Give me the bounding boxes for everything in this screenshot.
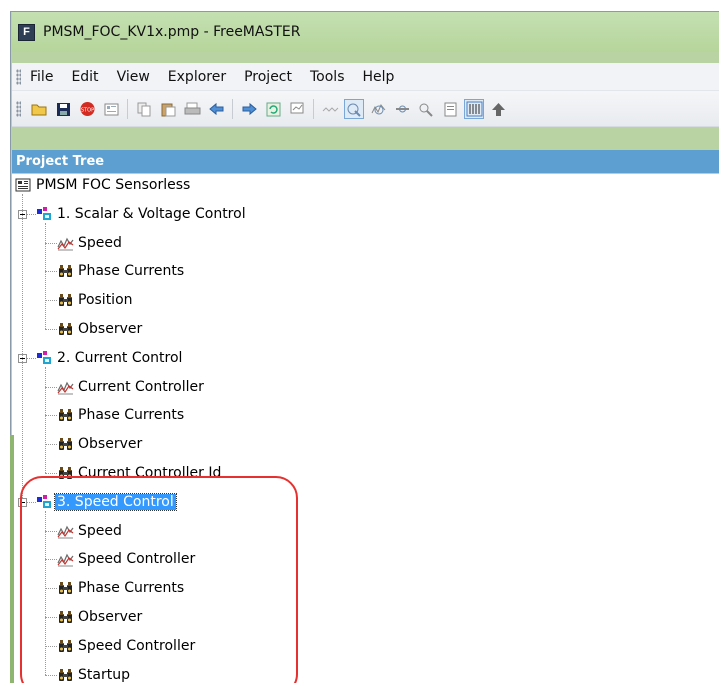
tree-item[interactable]: Observer: [57, 433, 142, 455]
tree-item-label: Phase Currents: [78, 407, 185, 424]
grid-icon[interactable]: [464, 98, 484, 119]
tree-connector: [45, 444, 57, 446]
tree-connector: [45, 242, 57, 244]
recorder-icon: [57, 235, 74, 251]
tree-connector: [45, 366, 46, 473]
tree-item-label: 2. Current Control: [57, 349, 183, 366]
toolbar-separator: [313, 98, 314, 119]
open-folder-icon[interactable]: [30, 100, 48, 118]
recorder-icon: [57, 379, 74, 395]
window-left-edge: [10, 435, 14, 683]
menu-help[interactable]: Help: [363, 69, 395, 85]
scope-settings-icon[interactable]: [417, 100, 435, 118]
tree-item-label: Speed: [78, 234, 122, 251]
tree-connector: [45, 300, 57, 302]
oscilloscope-icon[interactable]: [321, 100, 339, 118]
oscilloscope-icon: [57, 292, 74, 308]
tree-item-label: Observer: [78, 436, 143, 453]
svg-text:STOP: STOP: [80, 107, 93, 113]
screenshot-page: F PMSM_FOC_KV1x.pmp - FreeMASTER File Edi…: [0, 0, 719, 683]
menu-grip-icon[interactable]: [16, 68, 21, 85]
group-icon: [36, 206, 53, 222]
toolbar-grip-icon[interactable]: [16, 100, 21, 117]
paste-icon[interactable]: [159, 100, 177, 118]
save-icon[interactable]: [54, 100, 72, 118]
tree-connector: [45, 329, 57, 330]
tree-item-label: Position: [78, 292, 133, 309]
pipe-icon[interactable]: [393, 100, 411, 118]
project-tree-header: Project Tree: [12, 150, 719, 173]
oscilloscope-icon: [57, 436, 74, 452]
oscilloscope-icon: [57, 407, 74, 423]
forward-arrow-icon[interactable]: [240, 100, 258, 118]
document-icon[interactable]: [441, 100, 459, 118]
tree-connector: [45, 415, 57, 417]
tree-item-label: Observer: [78, 321, 143, 337]
refresh-icon[interactable]: [264, 100, 282, 118]
highlight-ring: [20, 476, 298, 683]
menu-project[interactable]: Project: [244, 69, 292, 85]
variable-watch-icon[interactable]: [344, 98, 364, 119]
tree-item[interactable]: Current Controller: [57, 376, 204, 398]
tree-root[interactable]: PMSM FOC Sensorless: [15, 174, 190, 196]
title-bar[interactable]: F PMSM_FOC_KV1x.pmp - FreeMASTER: [12, 12, 719, 52]
copy-icon[interactable]: [135, 100, 153, 118]
toolbar: STOP: [12, 91, 719, 127]
project-icon: [15, 177, 32, 193]
tree-item-label: PMSM FOC Sensorless: [36, 177, 191, 193]
tree-item-label: Phase Currents: [78, 263, 185, 280]
tree-group-1[interactable]: 1. Scalar & Voltage Control: [36, 203, 246, 225]
toolbar-separator: [127, 98, 128, 119]
tree-group-2[interactable]: 2. Current Control: [36, 347, 182, 369]
tree-connector: [27, 357, 36, 359]
stop-icon[interactable]: STOP: [78, 100, 96, 118]
tree-connector: [27, 213, 36, 215]
tree-connector: [45, 386, 57, 388]
menu-view[interactable]: View: [117, 69, 150, 85]
app-icon: F: [18, 23, 35, 41]
watch-icon[interactable]: [288, 100, 306, 118]
tree-connector: [22, 194, 23, 498]
menu-explorer[interactable]: Explorer: [168, 69, 226, 85]
tree-item-label: Current Controller: [78, 378, 204, 395]
tree-item[interactable]: Phase Currents: [57, 404, 184, 426]
recorder-icon[interactable]: [369, 100, 387, 118]
tree-connector: [45, 271, 57, 273]
back-arrow-icon[interactable]: [207, 100, 225, 118]
tree-item[interactable]: Observer: [57, 318, 142, 340]
tree-connector: [45, 473, 57, 474]
tree-item[interactable]: Phase Currents: [57, 260, 184, 282]
menu-file[interactable]: File: [30, 69, 53, 85]
menu-tools[interactable]: Tools: [310, 69, 345, 85]
oscilloscope-icon: [57, 321, 74, 337]
menu-bar: File Edit View Explorer Project Tools Help: [12, 63, 719, 91]
toolbar-separator: [232, 98, 233, 119]
properties-icon[interactable]: [102, 100, 120, 118]
print-icon[interactable]: [183, 100, 201, 118]
tree-item[interactable]: Position: [57, 289, 133, 311]
group-icon: [36, 350, 53, 366]
tree-connector: [45, 222, 46, 329]
up-arrow-icon[interactable]: [489, 100, 507, 118]
oscilloscope-icon: [57, 263, 74, 279]
window-title: PMSM_FOC_KV1x.pmp - FreeMASTER: [43, 24, 301, 40]
menu-edit[interactable]: Edit: [71, 69, 98, 85]
tree-item-label: 1. Scalar & Voltage Control: [57, 205, 246, 222]
tree-item[interactable]: Speed: [57, 232, 122, 254]
